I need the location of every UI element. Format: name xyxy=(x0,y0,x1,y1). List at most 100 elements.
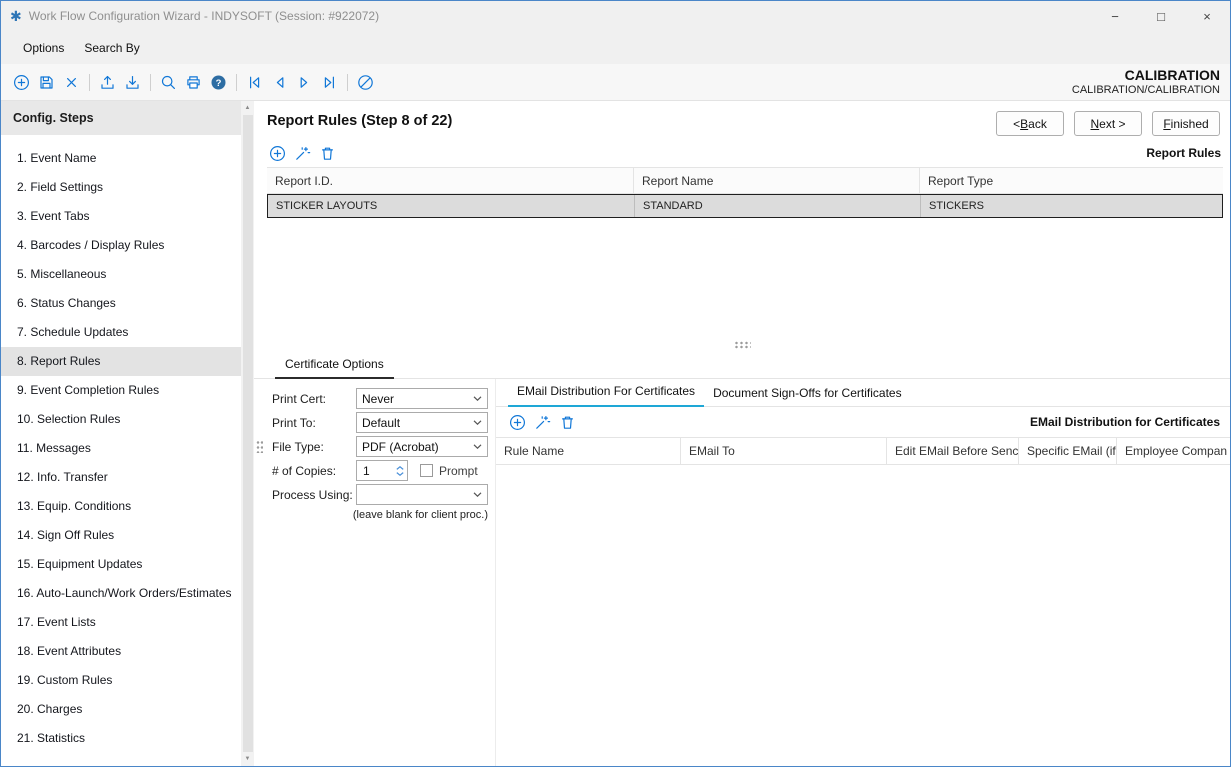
sidebar-item-event-lists[interactable]: 17. Event Lists xyxy=(1,608,241,637)
column-header-edit-email-before-send[interactable]: Edit EMail Before Senc xyxy=(886,438,1018,464)
page-title: Report Rules (Step 8 of 22) xyxy=(267,111,452,129)
sidebar-item-report-rules[interactable]: 8. Report Rules xyxy=(1,347,241,376)
export-icon[interactable] xyxy=(99,74,116,91)
sidebar-item-event-completion-rules[interactable]: 9. Event Completion Rules xyxy=(1,376,241,405)
cancel-icon[interactable] xyxy=(357,74,374,91)
report-add-icon[interactable] xyxy=(269,145,286,162)
label-part: < xyxy=(1013,117,1020,131)
finished-button[interactable]: Finished xyxy=(1152,111,1220,136)
label-part: B xyxy=(1020,117,1028,131)
wizard-buttons: < Back Next > Finished xyxy=(996,111,1220,136)
scroll-down-icon[interactable] xyxy=(241,752,254,766)
column-header-email-to[interactable]: EMail To xyxy=(680,438,886,464)
nav-first-icon[interactable] xyxy=(246,74,263,91)
email-delete-icon[interactable] xyxy=(559,414,576,431)
table-row[interactable]: STICKER LAYOUTS STANDARD STICKERS xyxy=(267,194,1223,218)
nav-next-icon[interactable] xyxy=(296,74,313,91)
nav-last-icon[interactable] xyxy=(321,74,338,91)
column-header-specific-email[interactable]: Specific EMail (if xyxy=(1018,438,1116,464)
sidebar-item-event-attributes[interactable]: 18. Event Attributes xyxy=(1,637,241,666)
maximize-button[interactable]: □ xyxy=(1138,1,1184,31)
scrollbar-thumb[interactable] xyxy=(243,115,253,752)
body: Config. Steps 1. Event Name 2. Field Set… xyxy=(1,101,1230,766)
close-button[interactable]: × xyxy=(1184,1,1230,31)
label-part: N xyxy=(1090,117,1099,131)
vertical-splitter[interactable] xyxy=(255,437,264,455)
tab-email-distribution[interactable]: EMail Distribution For Certificates xyxy=(508,379,704,407)
delete-icon[interactable] xyxy=(63,74,80,91)
sidebar-items: 1. Event Name 2. Field Settings 3. Event… xyxy=(1,135,241,753)
sidebar-item-custom-rules[interactable]: 19. Custom Rules xyxy=(1,666,241,695)
sidebar-item-selection-rules[interactable]: 10. Selection Rules xyxy=(1,405,241,434)
column-header-report-type[interactable]: Report Type xyxy=(919,168,1223,193)
help-icon[interactable]: ? xyxy=(210,74,227,91)
spin-down-icon[interactable] xyxy=(396,472,404,476)
label-part: inished xyxy=(1171,117,1209,131)
email-add-icon[interactable] xyxy=(509,414,526,431)
sidebar-item-equip-conditions[interactable]: 13. Equip. Conditions xyxy=(1,492,241,521)
copies-stepper[interactable]: 1 xyxy=(356,460,408,481)
chevron-down-icon xyxy=(473,396,482,401)
prompt-checkbox[interactable] xyxy=(420,464,433,477)
column-header-report-name[interactable]: Report Name xyxy=(633,168,919,193)
tab-document-signoffs[interactable]: Document Sign-Offs for Certificates xyxy=(704,381,911,407)
back-button[interactable]: < Back xyxy=(996,111,1064,136)
splitter-grip-icon xyxy=(734,341,751,349)
cell-report-type: STICKERS xyxy=(920,195,1222,217)
sidebar-item-miscellaneous[interactable]: 5. Miscellaneous xyxy=(1,260,241,289)
sidebar-item-event-name[interactable]: 1. Event Name xyxy=(1,144,241,173)
prompt-label: Prompt xyxy=(439,464,478,478)
sidebar-item-sign-off-rules[interactable]: 14. Sign Off Rules xyxy=(1,521,241,550)
report-delete-icon[interactable] xyxy=(319,145,336,162)
print-to-select[interactable]: Default xyxy=(356,412,488,433)
file-type-label: File Type: xyxy=(272,440,356,454)
sidebar-item-auto-launch[interactable]: 16. Auto-Launch/Work Orders/Estimates xyxy=(1,579,241,608)
sidebar-scrollbar[interactable] xyxy=(241,101,254,766)
sidebar-item-field-settings[interactable]: 2. Field Settings xyxy=(1,173,241,202)
minimize-button[interactable]: − xyxy=(1092,1,1138,31)
horizontal-splitter[interactable] xyxy=(254,339,1230,351)
toolbar-separator xyxy=(89,74,90,91)
sidebar-item-event-tabs[interactable]: 3. Event Tabs xyxy=(1,202,241,231)
spin-up-icon[interactable] xyxy=(396,466,404,470)
bottom-section: Print Cert: Never Print To: Default xyxy=(254,379,1230,766)
menu-search-by[interactable]: Search By xyxy=(74,35,149,61)
process-using-select[interactable] xyxy=(356,484,488,505)
email-edit-icon[interactable] xyxy=(534,414,551,431)
sidebar-item-equipment-updates[interactable]: 15. Equipment Updates xyxy=(1,550,241,579)
column-header-rule-name[interactable]: Rule Name xyxy=(496,438,680,464)
sidebar-item-statistics[interactable]: 21. Statistics xyxy=(1,724,241,753)
scroll-up-icon[interactable] xyxy=(241,101,254,115)
save-icon[interactable] xyxy=(38,74,55,91)
sidebar-item-messages[interactable]: 11. Messages xyxy=(1,434,241,463)
sidebar-item-barcodes[interactable]: 4. Barcodes / Display Rules xyxy=(1,231,241,260)
sidebar-item-charges[interactable]: 20. Charges xyxy=(1,695,241,724)
email-grid-toolbar: EMail Distribution for Certificates xyxy=(496,407,1230,437)
sidebar-item-schedule-updates[interactable]: 7. Schedule Updates xyxy=(1,318,241,347)
import-icon[interactable] xyxy=(124,74,141,91)
toolbar-separator xyxy=(236,74,237,91)
column-header-report-id[interactable]: Report I.D. xyxy=(267,168,633,193)
menu-options[interactable]: Options xyxy=(13,35,74,61)
column-header-employee-company[interactable]: Employee Compan xyxy=(1116,438,1230,464)
config-steps-sidebar: Config. Steps 1. Event Name 2. Field Set… xyxy=(1,101,241,766)
cell-report-name: STANDARD xyxy=(634,195,920,217)
sidebar-item-status-changes[interactable]: 6. Status Changes xyxy=(1,289,241,318)
titlebar: ✱ Work Flow Configuration Wizard - INDYS… xyxy=(1,1,1230,31)
report-edit-icon[interactable] xyxy=(294,145,311,162)
app-window: ✱ Work Flow Configuration Wizard - INDYS… xyxy=(0,0,1231,767)
search-icon[interactable] xyxy=(160,74,177,91)
main-toolbar: ? CALIBRATION CALIBRATION/CALIBRATION xyxy=(1,64,1230,101)
nav-prev-icon[interactable] xyxy=(271,74,288,91)
context-block: CALIBRATION CALIBRATION/CALIBRATION xyxy=(1072,67,1222,97)
sidebar-item-info-transfer[interactable]: 12. Info. Transfer xyxy=(1,463,241,492)
file-type-select[interactable]: PDF (Acrobat) xyxy=(356,436,488,457)
print-icon[interactable] xyxy=(185,74,202,91)
svg-text:?: ? xyxy=(216,78,222,89)
print-cert-select[interactable]: Never xyxy=(356,388,488,409)
certificate-subtabs: EMail Distribution For Certificates Docu… xyxy=(496,379,1230,407)
tab-certificate-options[interactable]: Certificate Options xyxy=(275,352,394,379)
file-type-value: PDF (Acrobat) xyxy=(362,440,439,454)
next-button[interactable]: Next > xyxy=(1074,111,1142,136)
add-icon[interactable] xyxy=(13,74,30,91)
